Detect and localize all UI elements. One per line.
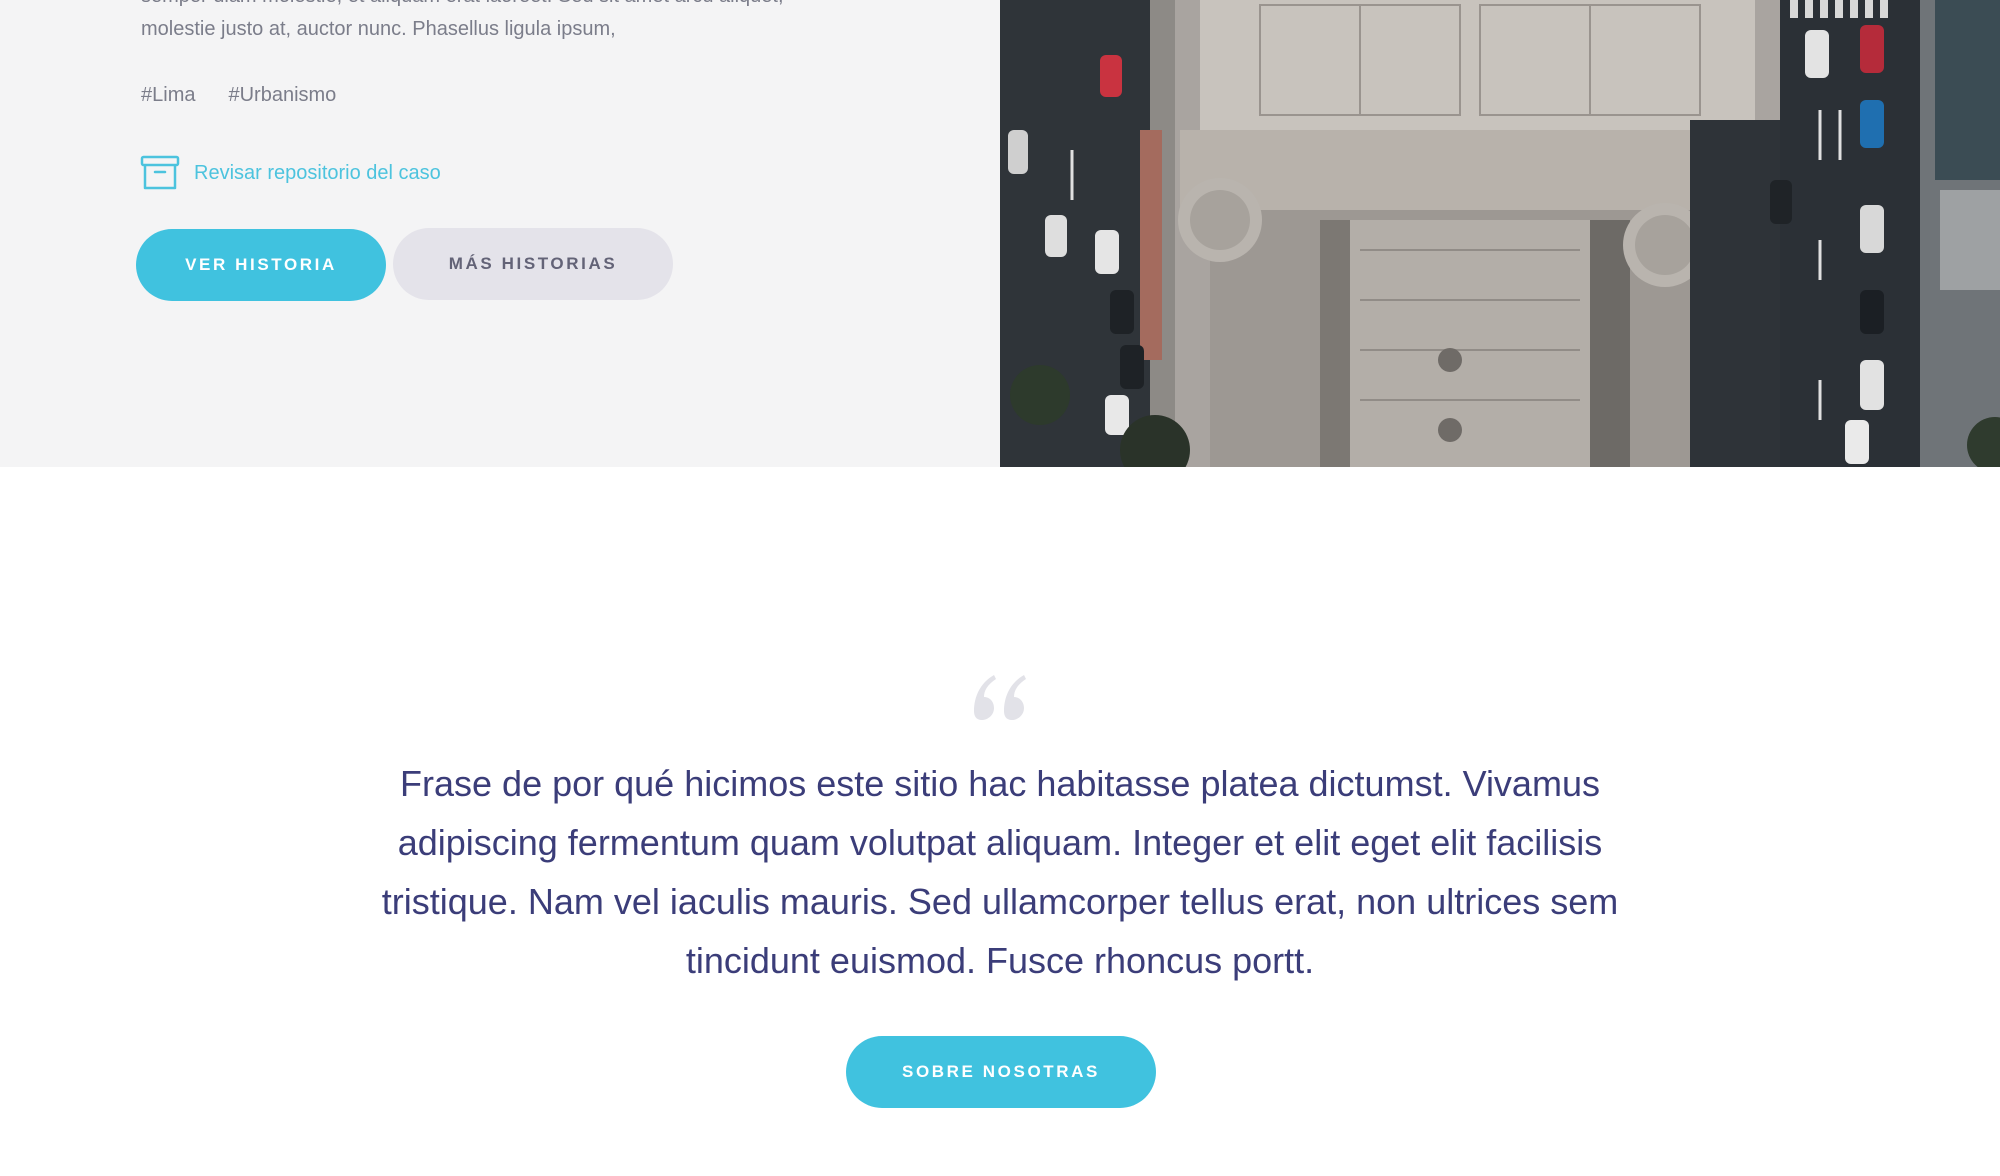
quote-mark-icon [960,667,1040,727]
page-bottom [0,1140,2000,1176]
story-excerpt: semper diam molestie, et aliquam erat la… [141,0,784,40]
page: semper diam molestie, et aliquam erat la… [0,0,2000,1176]
tag-lima[interactable]: #Lima [141,84,195,107]
story-tags: #Lima #Urbanismo [141,84,336,107]
quote-text: Frase de por qué hicimos este sitio hac … [381,763,1619,981]
more-stories-button[interactable]: MÁS HISTORIAS [393,228,673,300]
aerial-city-photo [1000,0,2000,467]
tag-urbanismo[interactable]: #Urbanismo [228,84,336,107]
story-content-panel: semper diam molestie, et aliquam erat la… [0,0,1000,467]
about-us-button[interactable]: SOBRE NOSOTRAS [846,1036,1156,1108]
view-story-button[interactable]: VER HISTORIA [136,229,386,301]
repository-link-label: Revisar repositorio del caso [194,161,441,184]
repository-link[interactable]: Revisar repositorio del caso [140,155,441,191]
quote-section: Frase de por qué hicimos este sitio hac … [0,467,2000,1176]
story-section: semper diam molestie, et aliquam erat la… [0,0,2000,467]
archive-box-icon [140,155,180,191]
